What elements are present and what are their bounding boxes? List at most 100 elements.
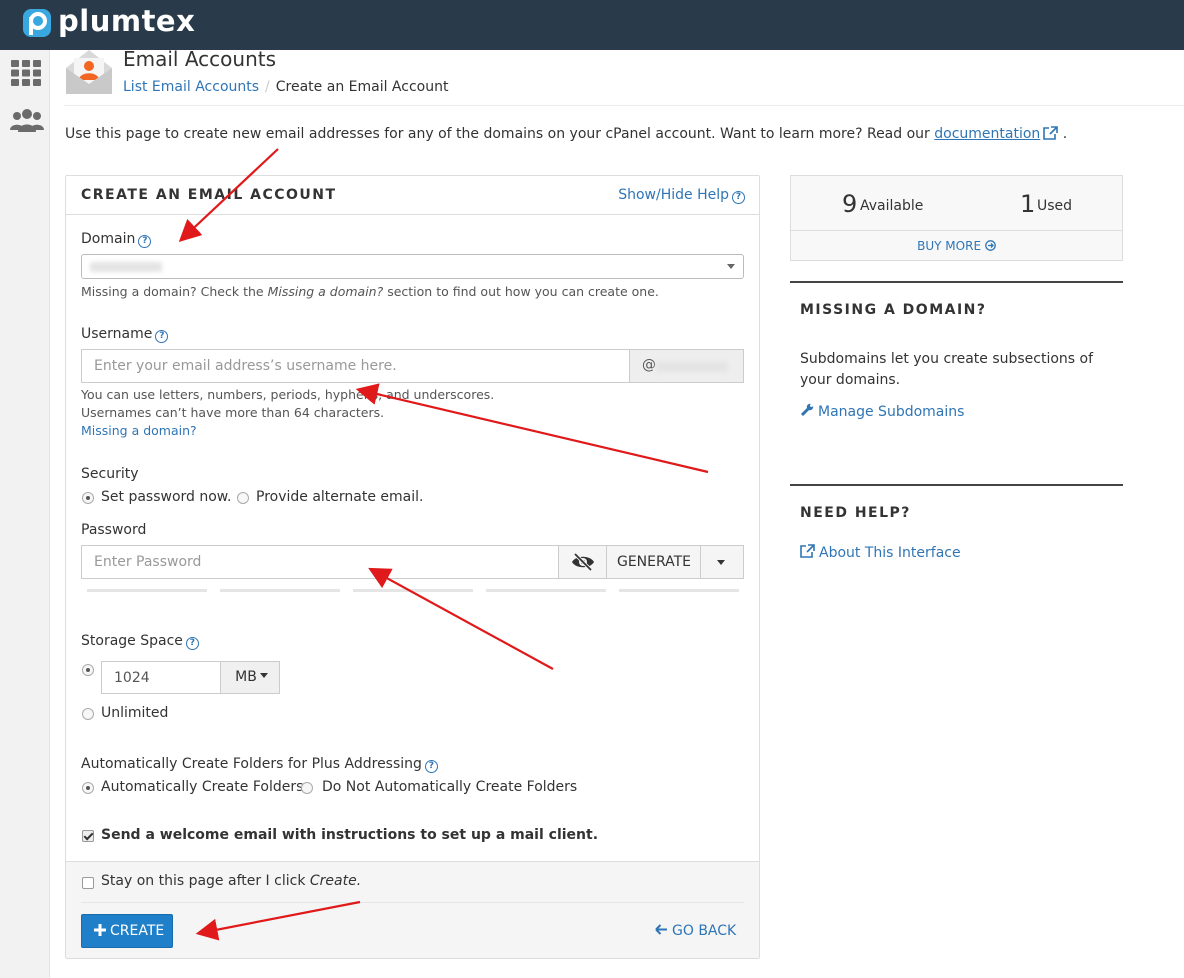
used-label: Used (1037, 198, 1073, 214)
stats-divider (791, 230, 1122, 231)
breadcrumb-list-email-accounts[interactable]: List Email Accounts (123, 79, 259, 95)
available-count: 9 (842, 190, 858, 218)
about-interface-link[interactable]: About This Interface (800, 544, 961, 561)
domain-help-em: Missing a domain? (267, 284, 384, 299)
radio-no-auto-folders[interactable] (301, 782, 313, 794)
manage-subdomains-link[interactable]: Manage Subdomains (800, 403, 964, 420)
generate-options-dropdown[interactable] (700, 545, 744, 579)
missing-domain-text: Subdomains let you create subsections of… (800, 351, 1094, 388)
intro-text: Use this page to create new email addres… (65, 126, 1067, 142)
username-label: Username? (81, 326, 169, 343)
strength-meter-segment (486, 589, 606, 592)
card-header: CREATE AN EMAIL ACCOUNT Show/Hide Help? (66, 176, 759, 215)
plumtex-logo-icon (23, 9, 51, 37)
go-back-link[interactable]: GO BACK (655, 923, 736, 939)
storage-quota-value: 1024 (114, 670, 150, 686)
missing-domain-divider (790, 281, 1123, 283)
password-input[interactable]: Enter Password (81, 545, 560, 579)
documentation-link[interactable]: documentation (934, 126, 1040, 142)
manage-subdomains-label: Manage Subdomains (818, 404, 965, 420)
show-hide-help-label: Show/Hide Help (618, 187, 729, 203)
users-icon[interactable] (9, 108, 45, 134)
go-back-label: GO BACK (672, 923, 737, 939)
plus-addressing-label-text: Automatically Create Folders for Plus Ad… (81, 756, 422, 772)
password-placeholder: Enter Password (94, 554, 202, 570)
missing-domain-title: MISSING A DOMAIN? (800, 302, 987, 318)
need-help-title: NEED HELP? (800, 505, 911, 521)
about-interface-label: About This Interface (819, 545, 961, 561)
username-help-2: Usernames can’t have more than 64 charac… (81, 405, 385, 420)
security-label: Security (81, 466, 139, 482)
form-footer: Stay on this page after I click Create. … (66, 861, 759, 958)
strength-meter-segment (619, 589, 739, 592)
radio-alternate-email[interactable] (237, 492, 249, 504)
toggle-password-visibility-button[interactable] (558, 545, 608, 579)
wrench-icon (800, 403, 814, 417)
strength-meter-segment (353, 589, 473, 592)
welcome-email-label[interactable]: Send a welcome email with instructions t… (101, 827, 598, 843)
stay-label-em: Create. (309, 873, 362, 889)
chevron-down-icon (727, 264, 735, 269)
radio-storage-limit[interactable] (82, 664, 94, 676)
domain-select[interactable] (81, 254, 744, 279)
stay-on-page-label[interactable]: Stay on this page after I click Create. (101, 873, 361, 889)
create-email-card: CREATE AN EMAIL ACCOUNT Show/Hide Help? … (65, 175, 760, 959)
breadcrumb-separator: / (265, 79, 270, 95)
radio-auto-create-folders[interactable] (82, 782, 94, 794)
username-placeholder: Enter your email address’s username here… (94, 358, 397, 374)
header-divider (64, 105, 1184, 106)
auto-create-folders-label[interactable]: Automatically Create Folders (101, 779, 303, 795)
unit-caret-icon (259, 673, 268, 678)
create-button[interactable]: CREATE (81, 914, 173, 948)
grid-icon[interactable] (11, 60, 41, 86)
external-link-icon (800, 544, 815, 558)
welcome-email-checkbox[interactable] (82, 830, 94, 842)
external-link-icon[interactable] (1043, 126, 1059, 140)
strength-meter-segment (220, 589, 340, 592)
sidebar (0, 50, 50, 978)
show-hide-help-link[interactable]: Show/Hide Help? (618, 187, 745, 204)
buy-more-label: BUY MORE (917, 239, 982, 253)
username-input[interactable]: Enter your email address’s username here… (81, 349, 631, 383)
password-label: Password (81, 522, 147, 538)
radio-set-password[interactable] (82, 492, 94, 504)
set-password-label[interactable]: Set password now. (101, 489, 231, 505)
at-sign: @ (642, 357, 656, 373)
radio-unlimited[interactable] (82, 708, 94, 720)
generate-password-button[interactable]: GENERATE (606, 545, 702, 579)
storage-quota-input[interactable]: 1024 (101, 661, 222, 694)
unlimited-label[interactable]: Unlimited (101, 705, 168, 721)
username-label-text: Username (81, 326, 153, 342)
brand-name[interactable]: plumtex (58, 4, 195, 38)
account-stats-panel: 9 Available 1 Used BUY MORE (790, 175, 1123, 261)
stay-label-pre: Stay on this page after I click (101, 873, 310, 889)
username-domain-redacted (656, 362, 728, 372)
storage-unit-dropdown[interactable]: MB (220, 661, 280, 694)
create-button-label: CREATE (110, 923, 165, 939)
buy-more-link[interactable]: BUY MORE (791, 239, 1122, 253)
storage-help-icon[interactable]: ? (185, 637, 199, 650)
domain-help-icon[interactable]: ? (138, 235, 152, 248)
strength-meter-segment (87, 589, 207, 592)
plus-addressing-label: Automatically Create Folders for Plus Ad… (81, 756, 438, 773)
arrow-left-icon (655, 924, 667, 935)
username-help-icon[interactable]: ? (155, 330, 169, 343)
alternate-email-label[interactable]: Provide alternate email. (256, 489, 423, 505)
intro-end: . (1062, 126, 1068, 142)
domain-help-post: section to find out how you can create o… (383, 284, 659, 299)
no-auto-folders-label[interactable]: Do Not Automatically Create Folders (322, 779, 577, 795)
username-help-1: You can use letters, numbers, periods, h… (81, 387, 495, 402)
username-domain-addon: @ (629, 349, 744, 383)
eye-slash-icon (572, 552, 594, 572)
stay-on-page-checkbox[interactable] (82, 877, 94, 889)
storage-label-text: Storage Space (81, 633, 183, 649)
missing-domain-link[interactable]: Missing a domain? (81, 423, 197, 438)
storage-label: Storage Space? (81, 633, 199, 650)
domain-value-redacted (90, 262, 162, 272)
footer-divider (81, 902, 744, 903)
plus-addressing-help-icon[interactable]: ? (424, 760, 438, 773)
email-accounts-icon (66, 50, 112, 94)
used-count: 1 (1020, 190, 1036, 218)
need-help-divider (790, 484, 1123, 486)
storage-unit-label: MB (235, 669, 257, 685)
